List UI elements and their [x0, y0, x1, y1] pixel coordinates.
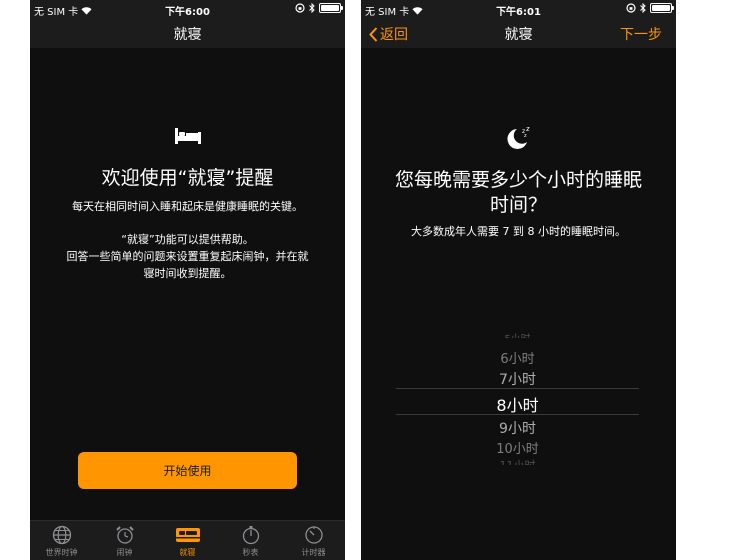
nav-title: 就寝 [173, 27, 202, 43]
welcome-screen: 无 SIM 卡 下午6:00 就寝 欢迎使用“就寝”提醒 每天在相同时间入睡和起… [30, 0, 345, 560]
tab-alarm[interactable]: 闹钟 [93, 521, 156, 560]
nav-bar: 就寝 [30, 20, 345, 48]
bluetooth-icon [309, 3, 315, 13]
picker-option[interactable]: 5小时 [396, 330, 639, 338]
question-headline-line-1: 您每晚需要多少个小时的睡眠 [394, 169, 642, 191]
tab-timer[interactable]: 计时器 [282, 521, 345, 560]
start-button[interactable]: 开始使用 [78, 452, 297, 489]
svg-text:z: z [524, 133, 527, 139]
tab-label: 闹钟 [116, 548, 133, 557]
tab-label: 就寝 [179, 548, 196, 557]
sleep-hours-screen: 无 SIM 卡 下午6:01 返回 就寝 下一步 z z z 您每晚需要多少个小… [361, 0, 676, 560]
tab-label: 秒表 [242, 548, 259, 557]
svg-text:z: z [526, 125, 530, 133]
tab-world-clock[interactable]: 世界时钟 [30, 521, 93, 560]
stopwatch-icon [242, 526, 259, 545]
tab-bedtime[interactable]: 就寝 [156, 521, 219, 560]
picker-option[interactable]: 10小时 [396, 438, 639, 457]
picker-bottom-divider [396, 414, 639, 415]
welcome-line-3: 回答一些简单的问题来设置重复起床闹钟，并在就 [66, 250, 309, 263]
picker-option[interactable]: 11小时 [396, 457, 639, 465]
bed-icon [175, 528, 200, 542]
rotation-lock-icon [626, 3, 636, 13]
next-button[interactable]: 下一步 [620, 24, 662, 44]
globe-icon [52, 525, 71, 545]
welcome-line-4: 寝时间收到提醒。 [143, 267, 232, 280]
nav-bar: 返回 就寝 下一步 [361, 20, 676, 48]
welcome-headline: 欢迎使用“就寝”提醒 [101, 167, 274, 189]
bed-icon [30, 128, 345, 144]
question-subtitle: 大多数成年人需要 7 到 8 小时的睡眠时间。 [411, 225, 626, 238]
picker-option[interactable]: 9小时 [396, 418, 639, 438]
picker-top-divider [396, 388, 639, 389]
moon-sleep-icon: z z z [361, 125, 676, 151]
status-bar: 无 SIM 卡 下午6:01 [361, 0, 676, 20]
battery-icon [650, 3, 674, 13]
picker-selected-option[interactable]: 8小时 [396, 392, 639, 416]
timer-icon [304, 526, 323, 544]
tab-stopwatch[interactable]: 秒表 [219, 521, 282, 560]
alarm-clock-icon [115, 526, 134, 544]
tab-bar: 世界时钟 闹钟 就寝 秒表 计时器 [30, 520, 345, 560]
welcome-line-1: 每天在相同时间入睡和起床是健康睡眠的关键。 [72, 200, 303, 213]
rotation-lock-icon [295, 3, 305, 13]
bluetooth-icon [640, 3, 646, 13]
picker-option[interactable]: 6小时 [396, 348, 639, 367]
welcome-line-2: “就寝”功能可以提供帮助。 [121, 233, 254, 246]
question-headline-line-2: 时间？ [489, 194, 547, 216]
battery-icon [319, 3, 343, 13]
picker-option[interactable]: 7小时 [396, 369, 639, 389]
tab-label: 世界时钟 [45, 548, 78, 557]
hours-picker[interactable]: 5小时 6小时 7小时 8小时 9小时 10小时 11小时 [396, 330, 639, 470]
tab-label: 计时器 [301, 548, 326, 557]
status-bar: 无 SIM 卡 下午6:00 [30, 0, 345, 20]
